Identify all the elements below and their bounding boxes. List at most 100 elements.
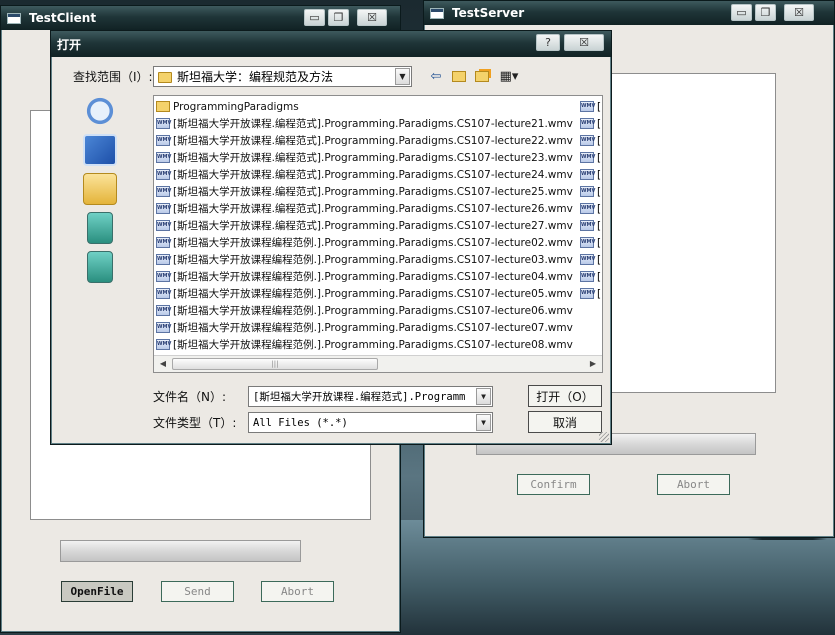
list-item-column2[interactable]: WMV[ bbox=[580, 132, 601, 149]
list-item[interactable]: WMV [斯坦福大学开放课程编程范例.].Programming.Paradigm… bbox=[156, 251, 573, 268]
client-abort-button[interactable]: Abort bbox=[261, 581, 334, 602]
list-item[interactable]: WMV [斯坦福大学开放课程编程范例.].Programming.Paradigm… bbox=[156, 336, 573, 353]
list-item-column2[interactable]: WMV[ bbox=[580, 251, 601, 268]
wmv-file-icon: WMV bbox=[580, 152, 595, 163]
wmv-file-icon: WMV bbox=[580, 254, 595, 265]
horizontal-scrollbar[interactable]: ◀ ||| ▶ bbox=[154, 355, 602, 372]
look-in-label: 查找范围（I）: bbox=[73, 70, 153, 84]
list-item[interactable]: WMV [斯坦福大学开放课程.编程范式].Programming.Paradigm… bbox=[156, 217, 573, 234]
my-computer-icon[interactable] bbox=[87, 212, 113, 244]
chevron-down-icon[interactable]: ▼ bbox=[395, 68, 410, 85]
new-folder-icon[interactable] bbox=[472, 67, 492, 85]
wmv-file-icon: WMV bbox=[156, 220, 171, 231]
list-item[interactable]: WMV [斯坦福大学开放课程.编程范式].Programming.Paradigm… bbox=[156, 166, 573, 183]
list-item-column2[interactable]: WMV[ bbox=[580, 234, 601, 251]
wmv-file-icon: WMV bbox=[156, 237, 171, 248]
server-title: TestServer bbox=[452, 6, 525, 20]
chevron-down-icon[interactable]: ▼ bbox=[476, 388, 491, 405]
wmv-file-icon: WMV bbox=[580, 271, 595, 282]
list-item-column2[interactable]: WMV[ bbox=[580, 149, 601, 166]
file-type-dropdown[interactable]: All Files (*.*) ▼ bbox=[248, 412, 493, 433]
list-item-column2[interactable]: WMV[ bbox=[580, 268, 601, 285]
confirm-button[interactable]: Confirm bbox=[517, 474, 590, 495]
list-item[interactable]: WMV [斯坦福大学开放课程.编程范式].Programming.Paradigm… bbox=[156, 200, 573, 217]
wmv-file-icon: WMV bbox=[580, 101, 595, 112]
wmv-file-icon: WMV bbox=[580, 118, 595, 129]
server-close-button[interactable]: ☒ bbox=[784, 4, 814, 21]
scroll-thumb[interactable]: ||| bbox=[172, 358, 378, 370]
cancel-button[interactable]: 取消 bbox=[528, 411, 602, 433]
app-icon bbox=[430, 7, 444, 19]
wmv-file-icon: WMV bbox=[580, 186, 595, 197]
client-minimize-button[interactable]: ▭ bbox=[304, 9, 325, 26]
app-icon bbox=[7, 12, 21, 24]
up-folder-icon[interactable] bbox=[449, 67, 469, 85]
chevron-down-icon[interactable]: ▼ bbox=[476, 414, 491, 431]
list-item-column2[interactable]: WMV[ bbox=[580, 115, 601, 132]
list-item-column2[interactable]: WMV[ bbox=[580, 200, 601, 217]
list-item[interactable]: WMV [斯坦福大学开放课程编程范例.].Programming.Paradigm… bbox=[156, 234, 573, 251]
list-item[interactable]: WMV [斯坦福大学开放课程.编程范式].Programming.Paradigm… bbox=[156, 132, 573, 149]
scroll-left-icon[interactable]: ◀ bbox=[156, 358, 170, 370]
dialog-close-button[interactable]: ☒ bbox=[564, 34, 604, 51]
back-arrow-icon[interactable]: ⇦ bbox=[426, 67, 446, 85]
recent-documents-icon[interactable] bbox=[83, 95, 117, 127]
list-item[interactable]: WMV [斯坦福大学开放课程编程范例.].Programming.Paradigm… bbox=[156, 268, 573, 285]
folder-icon bbox=[156, 101, 170, 112]
list-item[interactable]: WMV [斯坦福大学开放课程编程范例.].Programming.Paradigm… bbox=[156, 319, 573, 336]
desktop-icon[interactable] bbox=[83, 134, 117, 166]
server-minimize-button[interactable]: ▭ bbox=[731, 4, 752, 21]
wmv-file-icon: WMV bbox=[580, 169, 595, 180]
wmv-file-icon: WMV bbox=[580, 288, 595, 299]
client-close-button[interactable]: ☒ bbox=[357, 9, 387, 26]
dialog-titlebar[interactable]: 打开 bbox=[51, 31, 611, 57]
list-item-column2[interactable]: WMV[ bbox=[580, 98, 601, 115]
wmv-file-icon: WMV bbox=[156, 118, 171, 129]
wmv-file-icon: WMV bbox=[580, 135, 595, 146]
client-progress-bar bbox=[60, 540, 301, 562]
wmv-file-icon: WMV bbox=[156, 152, 171, 163]
wmv-file-icon: WMV bbox=[156, 254, 171, 265]
my-documents-icon[interactable] bbox=[83, 173, 117, 205]
wmv-file-icon: WMV bbox=[156, 271, 171, 282]
scroll-right-icon[interactable]: ▶ bbox=[586, 358, 600, 370]
wmv-file-icon: WMV bbox=[156, 322, 171, 333]
list-item-column2[interactable]: WMV[ bbox=[580, 183, 601, 200]
wmv-file-icon: WMV bbox=[156, 169, 171, 180]
list-item-column2[interactable]: WMV[ bbox=[580, 217, 601, 234]
server-maximize-button[interactable]: ❐ bbox=[755, 4, 776, 21]
open-button[interactable]: 打开（O） bbox=[528, 385, 602, 407]
file-name-input[interactable]: [斯坦福大学开放课程.编程范式].Programm ▼ bbox=[248, 386, 493, 407]
dialog-title: 打开 bbox=[57, 37, 82, 52]
server-content-area bbox=[610, 73, 776, 393]
list-item[interactable]: WMV [斯坦福大学开放课程.编程范式].Programming.Paradigm… bbox=[156, 149, 573, 166]
wmv-file-icon: WMV bbox=[580, 220, 595, 231]
wmv-file-icon: WMV bbox=[156, 339, 171, 350]
file-name-label: 文件名（N）: bbox=[153, 390, 227, 404]
list-item-column2[interactable]: WMV[ bbox=[580, 285, 601, 302]
list-item-column2[interactable]: WMV[ bbox=[580, 166, 601, 183]
list-item[interactable]: WMV [斯坦福大学开放课程.编程范式].Programming.Paradigm… bbox=[156, 115, 573, 132]
wmv-file-icon: WMV bbox=[156, 203, 171, 214]
wmv-file-icon: WMV bbox=[580, 237, 595, 248]
send-button[interactable]: Send bbox=[161, 581, 234, 602]
list-item[interactable]: WMV [斯坦福大学开放课程编程范例.].Programming.Paradigm… bbox=[156, 285, 573, 302]
file-type-label: 文件类型（T）: bbox=[153, 416, 237, 430]
open-file-button[interactable]: OpenFile bbox=[61, 581, 133, 602]
list-item[interactable]: WMV [斯坦福大学开放课程.编程范式].Programming.Paradigm… bbox=[156, 183, 573, 200]
file-list[interactable]: ProgrammingParadigms WMV [斯坦福大学开放课程.编程范式]… bbox=[153, 95, 603, 373]
network-places-icon[interactable] bbox=[87, 251, 113, 283]
list-item-folder[interactable]: ProgrammingParadigms bbox=[156, 98, 299, 115]
resize-grip[interactable] bbox=[599, 432, 609, 442]
places-bar bbox=[77, 95, 127, 290]
wmv-file-icon: WMV bbox=[156, 288, 171, 299]
view-menu-icon[interactable]: ▦▾ bbox=[496, 67, 522, 85]
look-in-dropdown[interactable]: 斯坦福大学：编程规范及方法 ▼ bbox=[153, 66, 412, 87]
client-title: TestClient bbox=[29, 11, 97, 25]
wmv-file-icon: WMV bbox=[156, 305, 171, 316]
folder-icon bbox=[158, 72, 172, 83]
list-item[interactable]: WMV [斯坦福大学开放课程编程范例.].Programming.Paradigm… bbox=[156, 302, 573, 319]
help-button[interactable]: ? bbox=[536, 34, 560, 51]
server-abort-button[interactable]: Abort bbox=[657, 474, 730, 495]
client-maximize-button[interactable]: ❐ bbox=[328, 9, 349, 26]
